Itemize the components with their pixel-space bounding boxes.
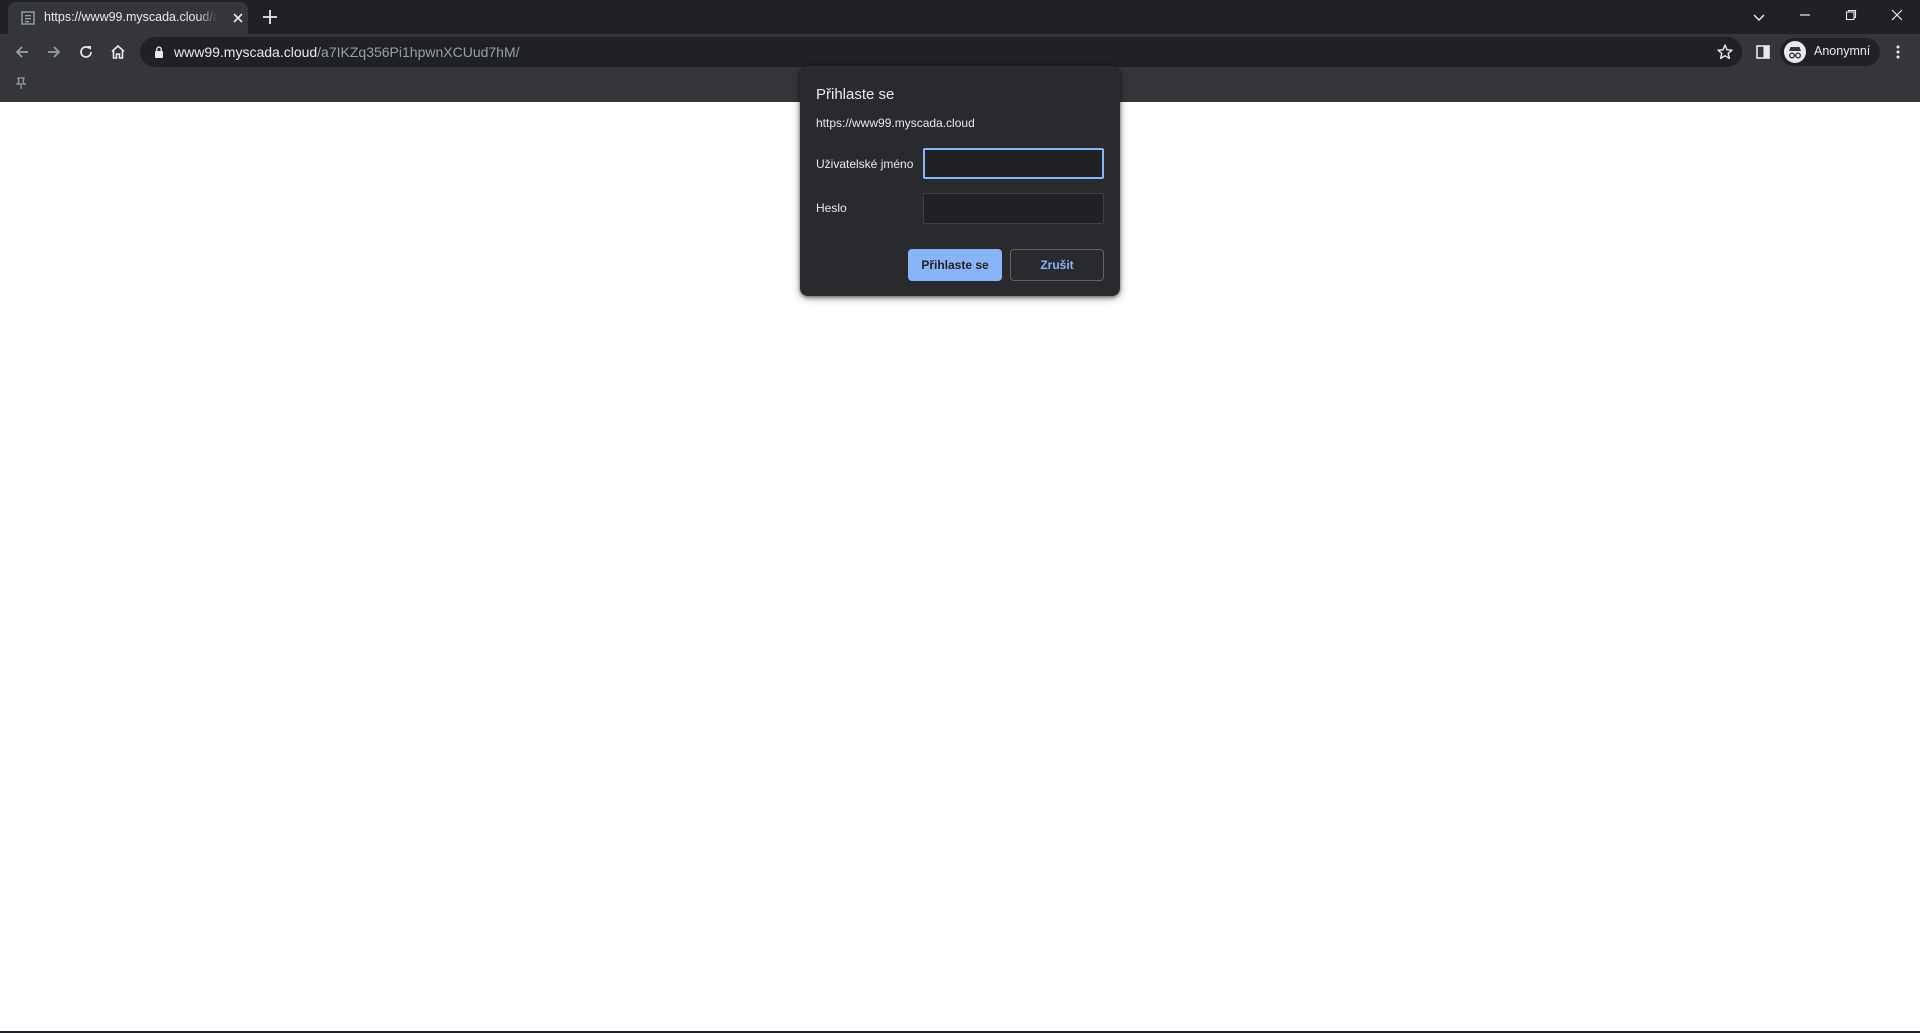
- url-path: /a7IKZq356Pi1hpwnXCUud7hM/: [317, 44, 520, 60]
- tab-search-chevron-icon[interactable]: [1748, 6, 1770, 28]
- password-label: Heslo: [816, 201, 847, 215]
- browser-toolbar: www99.myscada.cloud/a7IKZq356Pi1hpwnXCUu…: [0, 34, 1920, 70]
- side-panel-icon[interactable]: [1749, 38, 1777, 66]
- username-label: Uživatelské jméno: [816, 157, 914, 171]
- reload-icon[interactable]: [72, 38, 100, 66]
- restore-icon[interactable]: [1828, 0, 1874, 30]
- bookmark-star-icon[interactable]: [1716, 43, 1734, 61]
- new-tab-icon[interactable]: [260, 7, 280, 27]
- dialog-title: Přihlaste se: [816, 86, 895, 103]
- page-icon: [20, 10, 36, 26]
- cancel-button[interactable]: Zrušit: [1010, 249, 1104, 281]
- profile-name: Anonymní: [1814, 44, 1871, 58]
- tab-title: https://www99.myscada.cloud/a7IKZq356Pi1…: [44, 10, 218, 24]
- incognito-icon: [1784, 41, 1806, 63]
- tab-strip: https://www99.myscada.cloud/a7IKZq356Pi1…: [0, 0, 1920, 34]
- home-icon[interactable]: [104, 38, 132, 66]
- browser-tab[interactable]: https://www99.myscada.cloud/a7IKZq356Pi1…: [8, 2, 248, 34]
- dialog-origin: https://www99.myscada.cloud: [816, 116, 975, 130]
- url-host: www99.myscada.cloud: [174, 44, 318, 60]
- lock-icon[interactable]: [152, 45, 166, 59]
- url-text: www99.myscada.cloud/a7IKZq356Pi1hpwnXCUu…: [174, 44, 520, 60]
- minimize-icon[interactable]: [1782, 0, 1828, 30]
- sign-in-button[interactable]: Přihlaste se: [908, 249, 1002, 281]
- address-bar[interactable]: www99.myscada.cloud/a7IKZq356Pi1hpwnXCUu…: [140, 37, 1742, 67]
- sign-in-dialog: Přihlaste se https://www99.myscada.cloud…: [800, 66, 1120, 296]
- back-arrow-icon[interactable]: [8, 38, 36, 66]
- close-window-icon[interactable]: [1874, 0, 1920, 30]
- more-menu-icon[interactable]: [1884, 38, 1912, 66]
- password-input[interactable]: [923, 193, 1104, 224]
- username-input[interactable]: [923, 148, 1104, 179]
- forward-arrow-icon[interactable]: [40, 38, 68, 66]
- extension-pin-icon[interactable]: [14, 76, 28, 90]
- profile-chip[interactable]: Anonymní: [1780, 38, 1880, 66]
- close-tab-icon[interactable]: [230, 10, 246, 26]
